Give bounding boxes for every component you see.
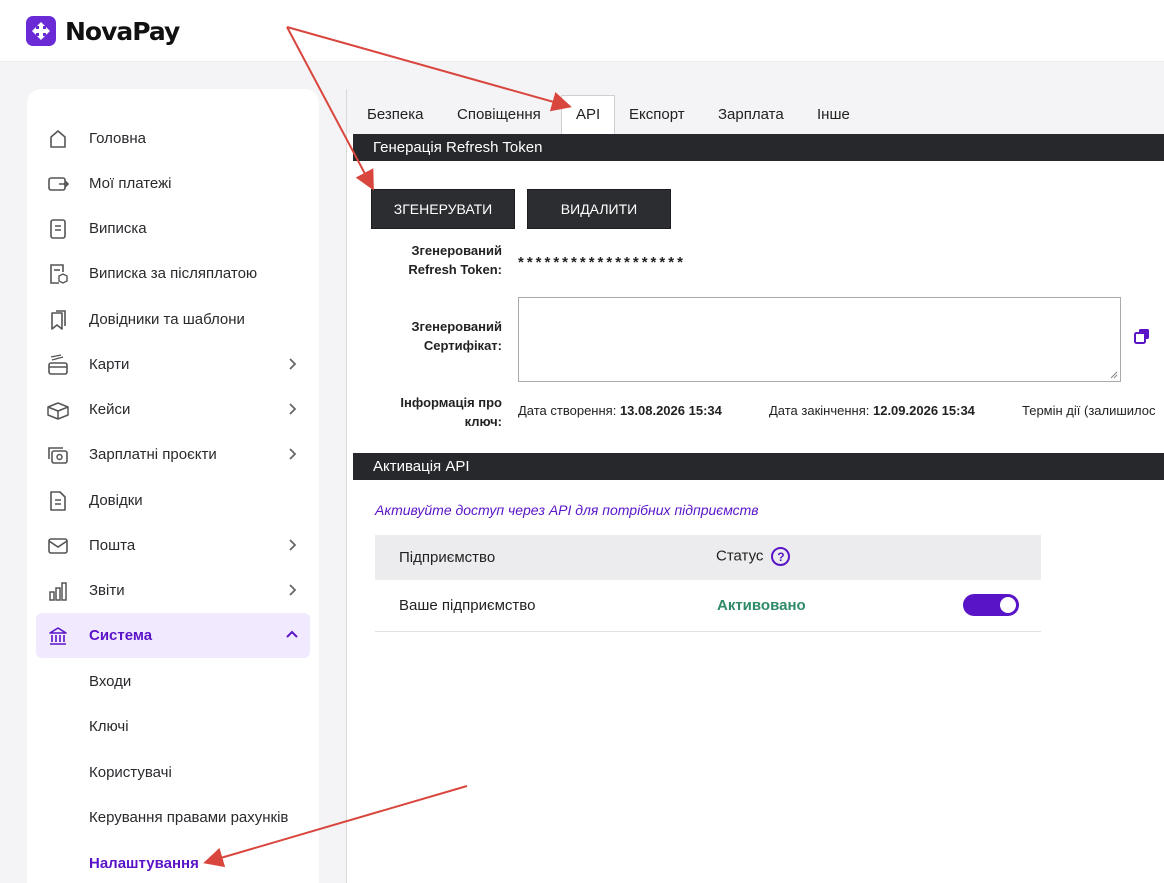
api-companies-table: Підприємство Статус? Ваше підприємство А… xyxy=(375,535,1041,632)
chevron-right-icon xyxy=(289,584,297,596)
sidebar-item-home[interactable]: Головна xyxy=(36,116,310,161)
created-value: 13.08.2026 15:34 xyxy=(619,403,722,418)
generate-button[interactable]: ЗГЕНЕРУВАТИ xyxy=(371,189,515,229)
tab-security[interactable]: Безпека xyxy=(367,106,423,123)
tab-api[interactable]: API xyxy=(561,95,616,135)
sidebar-subitem-users[interactable]: Користувачі xyxy=(89,764,172,781)
wallet-icon xyxy=(46,172,70,196)
mail-icon xyxy=(46,534,70,558)
chevron-right-icon xyxy=(289,358,297,370)
bookmark-icon xyxy=(46,308,70,332)
settings-panel: Безпека Сповіщення API Експорт Зарплата … xyxy=(346,89,1164,883)
sidebar-item-label: Пошта xyxy=(89,537,136,554)
info-label-line-2: ключ: xyxy=(464,414,502,429)
sidebar-item-my-payments[interactable]: Мої платежі xyxy=(36,161,310,206)
created-date: Дата створення: 13.08.2026 15:34 xyxy=(518,403,722,418)
key-info-label: Інформація про ключ: xyxy=(352,393,502,431)
sidebar-item-label: Виписка за післяплатою xyxy=(89,265,258,282)
sidebar-item-directories[interactable]: Довідники та шаблони xyxy=(36,297,310,342)
novapay-logo-icon xyxy=(26,16,56,46)
question-icon[interactable]: ? xyxy=(771,547,791,566)
sidebar-item-label: Довідники та шаблони xyxy=(89,311,245,328)
tab-salary[interactable]: Зарплата xyxy=(718,106,784,123)
copy-icon[interactable] xyxy=(1133,327,1151,345)
cert-label-line-1: Згенерований xyxy=(411,319,502,334)
logo[interactable]: NovaPay xyxy=(26,16,180,46)
sidebar-item-label: Головна xyxy=(89,130,146,147)
sidebar-item-label: Система xyxy=(89,627,153,644)
sidebar-subitem-logins[interactable]: Входи xyxy=(89,673,131,690)
case-icon xyxy=(46,398,70,422)
expiry-date: Дата закінчення: 12.09.2026 15:34 xyxy=(769,403,975,418)
card-icon xyxy=(46,353,70,377)
sidebar-item-label: Карти xyxy=(89,356,130,373)
toggle-knob xyxy=(1000,597,1016,613)
sidebar-subitem-keys[interactable]: Ключі xyxy=(89,718,129,735)
table-row: Ваше підприємство Активовано xyxy=(375,580,1041,632)
sidebar-item-reports[interactable]: Звіти xyxy=(36,568,310,613)
api-activation-section-title: Активація API xyxy=(353,453,1164,480)
certificate-icon xyxy=(46,489,70,513)
token-label-line-2: Refresh Token: xyxy=(408,262,502,277)
api-hint-text: Активуйте доступ через API для потрібних… xyxy=(375,502,759,518)
column-status: Статус? xyxy=(716,547,791,566)
refresh-token-section-title: Генерація Refresh Token xyxy=(353,134,1164,161)
sidebar-item-label: Кейси xyxy=(89,401,131,418)
chevron-up-icon xyxy=(286,630,298,638)
document-icon xyxy=(46,217,70,241)
sidebar-item-cases[interactable]: Кейси xyxy=(36,387,310,432)
tab-other[interactable]: Інше xyxy=(817,106,850,123)
sidebar-item-statement[interactable]: Виписка xyxy=(36,206,310,251)
certificate-field-label: Згенерований Сертифікат: xyxy=(352,317,502,355)
sidebar-item-salary-projects[interactable]: Зарплатні проєкти xyxy=(36,432,310,477)
delete-button[interactable]: ВИДАЛИТИ xyxy=(527,189,671,229)
company-name: Ваше підприємство xyxy=(399,597,536,614)
sidebar: Головна Мої платежі Виписка Виписка за п… xyxy=(27,89,319,883)
sidebar-item-system[interactable]: Система xyxy=(36,613,310,658)
chevron-right-icon xyxy=(289,448,297,460)
api-enable-toggle[interactable] xyxy=(963,594,1019,616)
sidebar-subitem-account-rights[interactable]: Керування правами рахунків xyxy=(89,809,288,826)
sidebar-item-cod-statement[interactable]: Виписка за післяплатою xyxy=(36,251,310,296)
cert-label-line-2: Сертифікат: xyxy=(423,338,502,353)
expires-label: Дата закінчення: xyxy=(769,403,870,418)
sidebar-item-label: Довідки xyxy=(89,492,143,509)
sidebar-item-label: Зарплатні проєкти xyxy=(89,446,217,463)
salary-icon xyxy=(46,443,70,467)
column-company: Підприємство xyxy=(399,549,496,566)
settings-tabs: Безпека Сповіщення API Експорт Зарплата … xyxy=(347,89,1164,135)
sidebar-item-label: Мої платежі xyxy=(89,175,172,192)
refresh-token-value: ******************* xyxy=(518,254,686,271)
top-header: NovaPay xyxy=(0,0,1164,62)
created-label: Дата створення: xyxy=(518,403,617,418)
info-label-line-1: Інформація про xyxy=(400,395,502,410)
sidebar-item-mail[interactable]: Пошта xyxy=(36,523,310,568)
sidebar-item-label: Звіти xyxy=(89,582,125,599)
chart-icon xyxy=(46,579,70,603)
token-label-line-1: Згенерований xyxy=(411,243,502,258)
sidebar-item-label: Виписка xyxy=(89,220,147,237)
bank-icon xyxy=(46,624,70,648)
token-field-label: Згенерований Refresh Token: xyxy=(352,241,502,279)
resize-grip-icon[interactable] xyxy=(1110,371,1118,379)
certificate-textarea[interactable] xyxy=(518,297,1121,382)
statement-box-icon xyxy=(46,262,70,286)
column-status-label: Статус xyxy=(716,547,764,565)
table-header: Підприємство Статус? xyxy=(375,535,1041,580)
sidebar-subitem-settings[interactable]: Налаштування xyxy=(89,855,199,872)
expires-value: 12.09.2026 15:34 xyxy=(872,403,975,418)
tab-notifications[interactable]: Сповіщення xyxy=(457,106,541,123)
sidebar-item-cards[interactable]: Карти xyxy=(36,342,310,387)
brand-name: NovaPay xyxy=(65,16,180,46)
chevron-right-icon xyxy=(289,539,297,551)
term-remaining: Термін дії (залишилос xyxy=(1022,403,1156,418)
tab-export[interactable]: Експорт xyxy=(629,106,685,123)
sidebar-item-certificates[interactable]: Довідки xyxy=(36,478,310,523)
chevron-right-icon xyxy=(289,403,297,415)
home-icon xyxy=(46,127,70,151)
status-value: Активовано xyxy=(717,597,806,614)
